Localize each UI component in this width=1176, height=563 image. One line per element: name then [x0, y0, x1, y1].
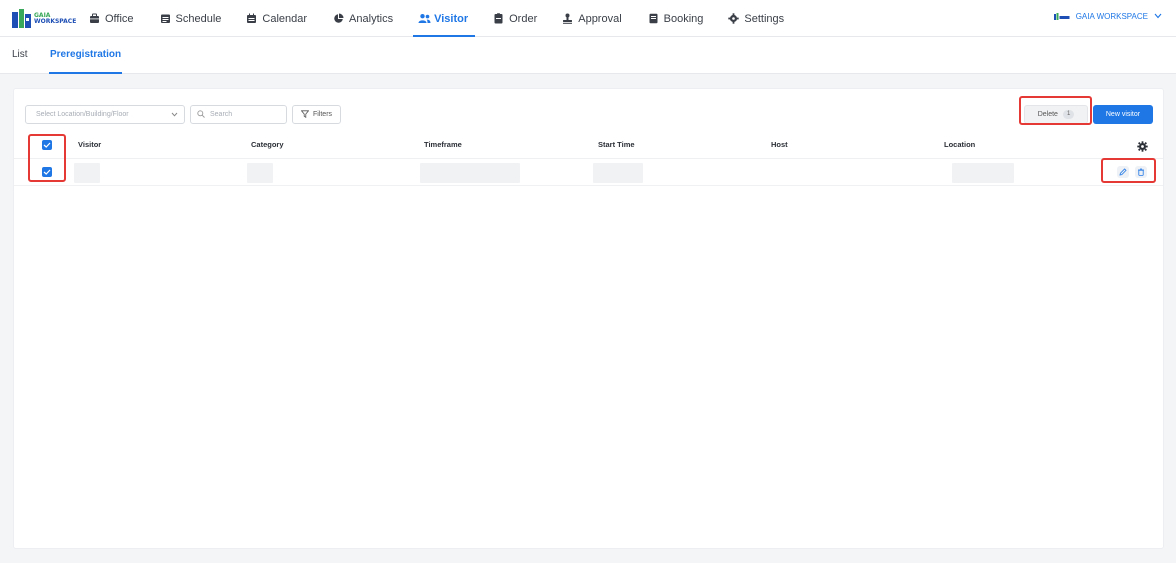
- users-icon: [418, 13, 431, 24]
- selected-count-badge: 1: [1062, 110, 1075, 119]
- search-icon: [197, 109, 205, 120]
- column-header-start-time[interactable]: Start Time: [598, 140, 635, 149]
- nav-item-approval[interactable]: Approval: [562, 0, 622, 37]
- logo-mark-icon: [12, 9, 31, 28]
- location-select-placeholder: Select Location/Building/Floor: [36, 111, 129, 118]
- check-icon: [43, 142, 51, 148]
- pencil-icon: [1119, 168, 1127, 176]
- logo-text-bottom: WORKSPACE: [34, 17, 77, 25]
- delete-label: Delete: [1037, 111, 1058, 118]
- edit-button[interactable]: [1117, 166, 1129, 178]
- main-nav: Office Schedule Calendar Analytics Visit…: [89, 0, 784, 37]
- column-header-host[interactable]: Host: [771, 140, 788, 149]
- preregistration-panel: Select Location/Building/Floor Search Fi…: [13, 88, 1164, 549]
- column-header-category[interactable]: Category: [251, 140, 284, 149]
- logo-text: GAIA WORKSPACE: [34, 12, 77, 25]
- chevron-down-icon: [1154, 12, 1162, 21]
- nav-label: Visitor: [434, 12, 469, 25]
- nav-item-order[interactable]: Order: [493, 0, 537, 37]
- column-header-visitor[interactable]: Visitor: [78, 140, 101, 149]
- nav-label: Calendar: [262, 12, 308, 25]
- nav-label: Booking: [663, 12, 704, 25]
- table-header: Visitor Category Timeframe Start Time Ho…: [14, 130, 1163, 159]
- workspace-name: GAIA WORKSPACE: [1075, 12, 1148, 21]
- column-header-location[interactable]: Location: [944, 140, 975, 149]
- nav-label: Office: [105, 12, 134, 25]
- workspace-switcher[interactable]: GAIA WORKSPACE: [1053, 12, 1162, 21]
- column-settings-gear-icon[interactable]: [1137, 139, 1148, 157]
- nav-label: Analytics: [349, 12, 394, 25]
- workspace-logo-icon: [1053, 13, 1070, 20]
- filters-label: Filters: [312, 111, 333, 118]
- search-input[interactable]: Search: [190, 105, 287, 124]
- nav-item-office[interactable]: Office: [89, 0, 134, 37]
- calendar-icon: [246, 13, 257, 24]
- tab-list[interactable]: List: [12, 49, 28, 60]
- schedule-icon: [160, 13, 171, 24]
- table-row[interactable]: [14, 159, 1163, 186]
- nav-label: Settings: [744, 12, 785, 25]
- location-cell-redacted: [952, 163, 1014, 183]
- filters-button[interactable]: Filters: [292, 105, 341, 124]
- chevron-down-icon: [171, 112, 178, 119]
- nav-label: Order: [509, 12, 538, 25]
- stamp-icon: [562, 13, 573, 24]
- select-all-checkbox[interactable]: [42, 140, 52, 150]
- gear-icon: [728, 13, 740, 24]
- check-icon: [43, 169, 51, 175]
- timeframe-cell-redacted: [420, 163, 520, 183]
- new-visitor-button[interactable]: New visitor: [1093, 105, 1153, 124]
- book-icon: [648, 13, 659, 24]
- delete-button[interactable]: Delete 1: [1024, 105, 1088, 124]
- filter-icon: [300, 109, 310, 120]
- nav-label: Approval: [578, 12, 622, 25]
- visitor-cell-redacted: [74, 163, 100, 183]
- nav-item-calendar[interactable]: Calendar: [246, 0, 307, 37]
- briefcase-icon: [89, 13, 100, 24]
- category-cell-redacted: [247, 163, 273, 183]
- tab-preregistration[interactable]: Preregistration: [48, 49, 123, 74]
- trash-icon: [1138, 168, 1144, 176]
- gaia-workspace-logo[interactable]: GAIA WORKSPACE: [12, 8, 77, 29]
- clipboard-icon: [493, 13, 504, 24]
- row-checkbox[interactable]: [42, 167, 52, 177]
- nav-item-settings[interactable]: Settings: [728, 0, 784, 37]
- location-select[interactable]: Select Location/Building/Floor: [25, 105, 185, 124]
- nav-label: Schedule: [175, 12, 222, 25]
- nav-item-visitor[interactable]: Visitor: [413, 0, 476, 37]
- search-placeholder: Search: [210, 111, 233, 118]
- sub-tab-bar: List Preregistration: [0, 37, 1176, 74]
- nav-item-booking[interactable]: Booking: [648, 0, 704, 37]
- top-navigation-bar: GAIA WORKSPACE Office Schedule Calendar: [0, 0, 1176, 37]
- nav-item-schedule[interactable]: Schedule: [160, 0, 222, 37]
- column-header-timeframe[interactable]: Timeframe: [424, 140, 462, 149]
- delete-row-button[interactable]: [1135, 166, 1147, 178]
- start-time-cell-redacted: [593, 163, 643, 183]
- nav-item-analytics[interactable]: Analytics: [333, 0, 393, 37]
- pie-chart-icon: [333, 13, 344, 24]
